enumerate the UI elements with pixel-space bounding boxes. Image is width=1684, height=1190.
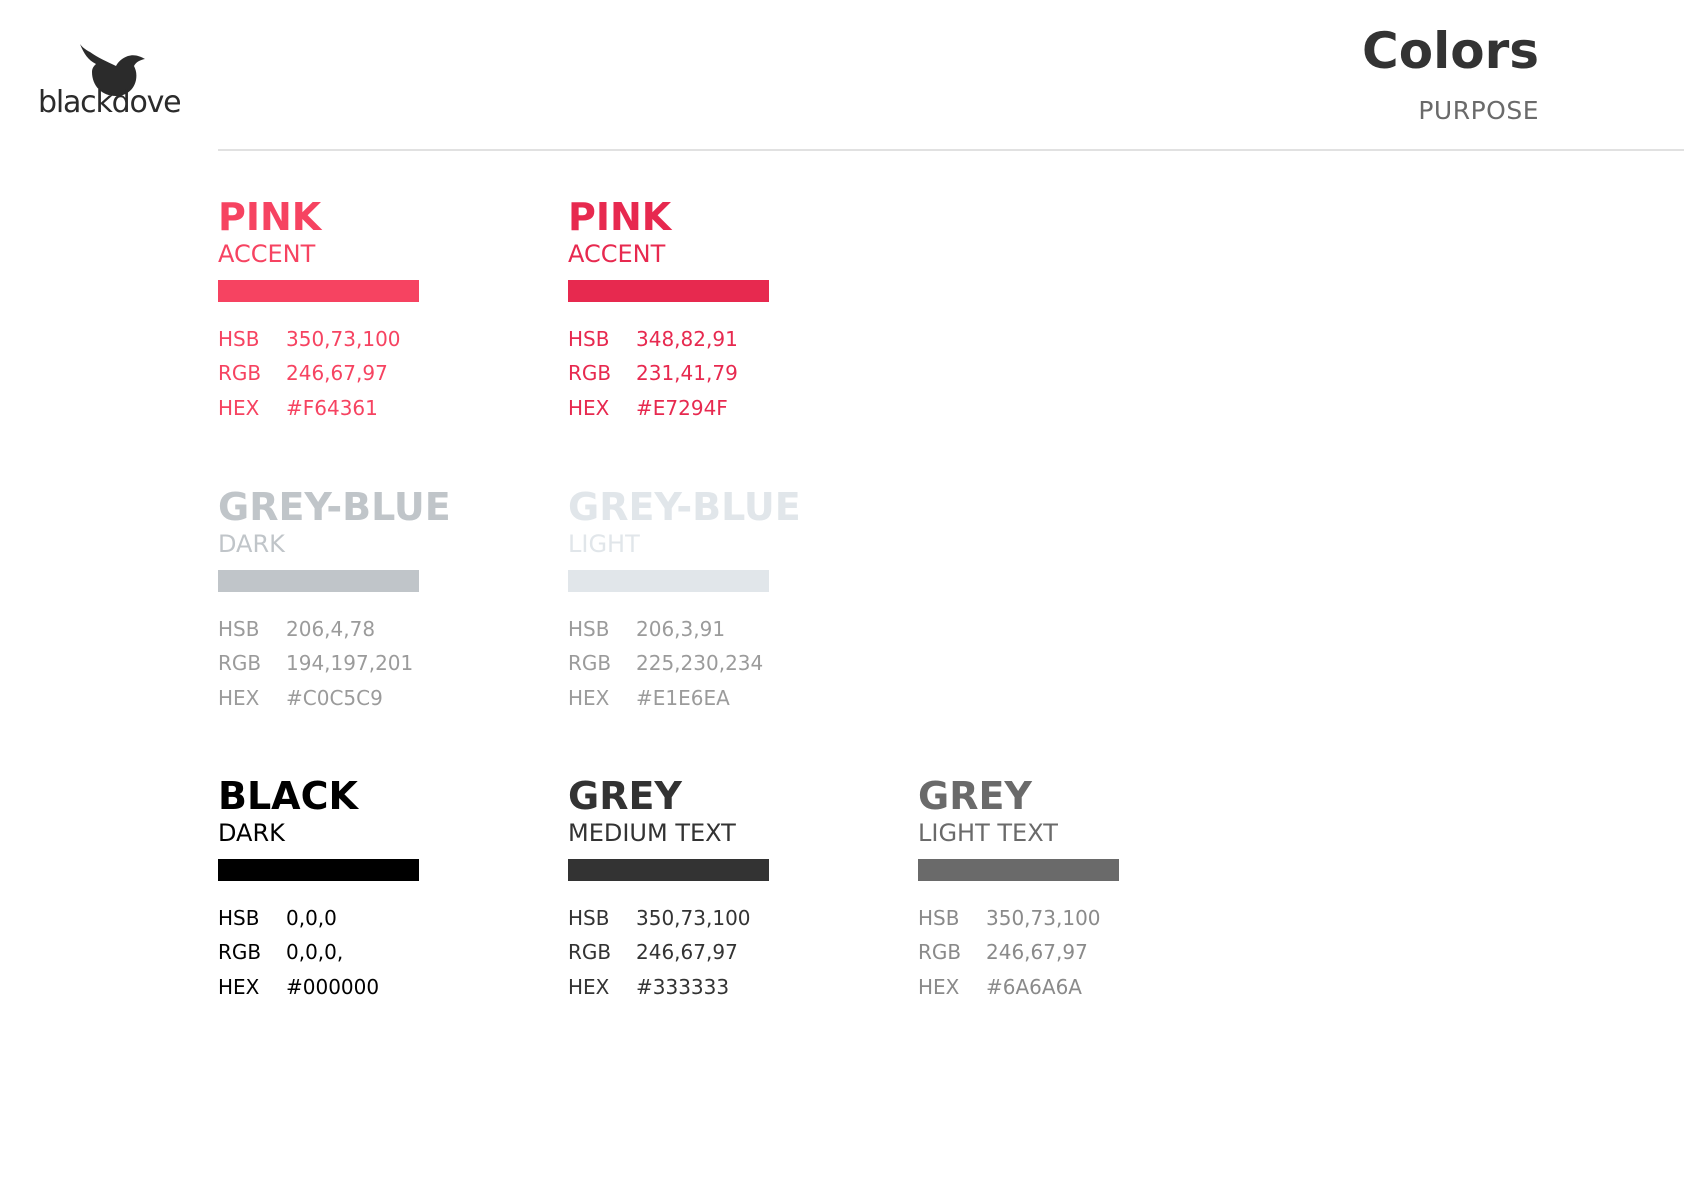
spec-value: 246,67,97 [986,940,1088,964]
spec-label: HEX [568,686,610,710]
brand-logo: blackdove [38,42,182,132]
spec-value: 350,73,100 [986,906,1101,930]
swatch-name: PINK [568,195,672,239]
spec-label: HEX [918,975,960,999]
color-sample-bar [218,280,419,302]
color-swatch-pink-accent-dark: PINK ACCENT HSB 348,82,91 RGB 231,41,79 … [568,198,888,458]
spec-value: #C0C5C9 [286,686,383,710]
color-swatch-pink-accent: PINK ACCENT HSB 350,73,100 RGB 246,67,97… [218,198,538,458]
header-divider [218,149,1684,151]
spec-value: #6A6A6A [986,975,1082,999]
color-sample-bar [568,570,769,592]
spec-value: #000000 [286,975,380,999]
spec-label: HSB [218,906,260,930]
spec-value: 206,3,91 [636,617,726,641]
spec-value: 348,82,91 [636,327,738,351]
swatch-name: GREY-BLUE [218,485,451,529]
page-subtitle: PURPOSE [1418,96,1539,125]
spec-label: HSB [918,906,960,930]
spec-value: 350,73,100 [636,906,751,930]
swatch-role: DARK [218,819,285,847]
swatch-name: BLACK [218,774,358,818]
spec-label: RGB [568,651,612,675]
color-sample-bar [568,280,769,302]
swatch-role: LIGHT TEXT [918,819,1058,847]
page-title: Colors [1362,22,1539,80]
spec-value: 246,67,97 [636,940,738,964]
spec-label: RGB [218,361,262,385]
spec-label: HSB [568,906,610,930]
spec-value: 0,0,0, [286,940,344,964]
spec-value: #E7294F [636,396,728,420]
spec-label: HEX [218,975,260,999]
spec-value: 225,230,234 [636,651,764,675]
brand-wordmark: blackdove [38,85,182,120]
spec-label: RGB [218,651,262,675]
spec-label: HEX [568,975,610,999]
spec-label: RGB [218,940,262,964]
color-sample-bar [218,570,419,592]
spec-value: #F64361 [286,396,378,420]
spec-value: #333333 [636,975,730,999]
spec-label: HSB [218,617,260,641]
swatch-name: GREY-BLUE [568,485,801,529]
spec-value: 231,41,79 [636,361,738,385]
swatch-name: PINK [218,195,322,239]
color-sample-bar [918,859,1119,881]
spec-label: HSB [218,327,260,351]
spec-value: #E1E6EA [636,686,730,710]
color-sample-bar [218,859,419,881]
spec-value: 194,197,201 [286,651,414,675]
swatch-role: ACCENT [218,240,316,268]
color-swatch-black-dark: BLACK DARK HSB 0,0,0 RGB 0,0,0, HEX #000… [218,777,538,1037]
color-swatch-grey-blue-light: GREY-BLUE LIGHT HSB 206,3,91 RGB 225,230… [568,488,888,748]
color-sample-bar [568,859,769,881]
spec-label: HSB [568,617,610,641]
swatch-role: LIGHT [568,530,640,558]
spec-label: HEX [218,396,260,420]
spec-value: 350,73,100 [286,327,401,351]
color-swatch-grey-medium-text: GREY MEDIUM TEXT HSB 350,73,100 RGB 246,… [568,777,888,1037]
spec-value: 246,67,97 [286,361,388,385]
swatch-role: MEDIUM TEXT [568,819,736,847]
spec-value: 0,0,0 [286,906,337,930]
spec-label: HEX [218,686,260,710]
swatch-role: DARK [218,530,285,558]
swatch-name: GREY [568,774,682,818]
spec-label: RGB [568,940,612,964]
spec-label: HEX [568,396,610,420]
swatch-role: ACCENT [568,240,666,268]
spec-value: 206,4,78 [286,617,376,641]
color-swatch-grey-light-text: GREY LIGHT TEXT HSB 350,73,100 RGB 246,6… [918,777,1238,1037]
swatch-name: GREY [918,774,1032,818]
spec-label: RGB [918,940,962,964]
spec-label: RGB [568,361,612,385]
spec-label: HSB [568,327,610,351]
color-swatch-grey-blue-dark: GREY-BLUE DARK HSB 206,4,78 RGB 194,197,… [218,488,538,748]
